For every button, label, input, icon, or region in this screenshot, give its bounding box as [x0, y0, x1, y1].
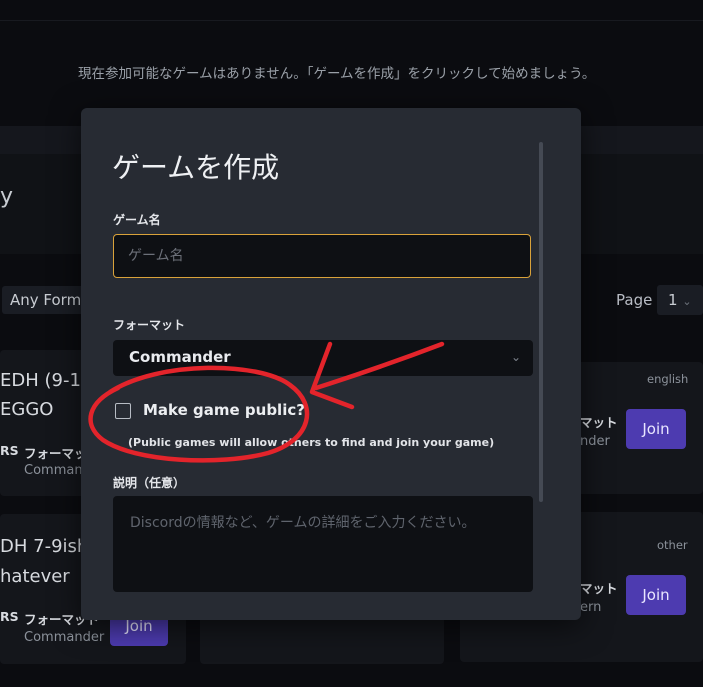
- public-game-label[interactable]: Make game public?: [143, 401, 305, 419]
- game-card-subtitle: hatever: [0, 566, 70, 587]
- format-label: フォーマット: [113, 318, 186, 332]
- game-card-title: DH 7-9ish: [0, 536, 89, 557]
- public-game-checkbox[interactable]: [115, 403, 131, 419]
- game-card-subtitle: EGGO: [0, 399, 54, 420]
- page-select-value: 1 ⌄: [668, 291, 692, 309]
- game-card-format-label: マット: [580, 581, 618, 596]
- format-select-value: Commander: [129, 348, 231, 366]
- game-card-language: english: [647, 372, 689, 386]
- top-divider: [0, 0, 703, 21]
- game-card-format-value: ern: [580, 600, 602, 615]
- join-button[interactable]: Join: [626, 409, 686, 449]
- game-card-format-value: Commander: [24, 630, 105, 645]
- page-label: Page: [616, 291, 653, 309]
- description-label: 説明（任意）: [113, 476, 186, 490]
- game-name-input[interactable]: [113, 234, 531, 278]
- modal-scrollbar[interactable]: [539, 142, 543, 502]
- description-placeholder: Discordの情報など、ゲームの詳細をご入力ください。: [130, 515, 476, 531]
- game-name-label: ゲーム名: [113, 213, 161, 227]
- section-title: y: [0, 184, 14, 209]
- game-card-title: EDH (9-10: [0, 370, 93, 391]
- chevron-down-icon: ⌄: [682, 295, 692, 308]
- public-game-help: (Public games will allow others to find …: [128, 436, 495, 449]
- game-card-language: other: [657, 538, 688, 552]
- no-games-message: 現在参加可能なゲームはありません。「ゲームを作成」をクリックして始めましょう。: [78, 66, 596, 82]
- join-button[interactable]: Join: [626, 575, 686, 615]
- format-filter-value: Any Forma: [10, 291, 91, 309]
- game-card-format-value: nder: [580, 434, 610, 449]
- chevron-down-icon: ⌄: [511, 350, 522, 364]
- description-textarea[interactable]: [113, 496, 533, 592]
- game-card-tag: RS: [0, 609, 19, 624]
- game-card-tag: RS: [0, 443, 19, 458]
- create-game-modal: ゲームを作成 ゲーム名 フォーマット Commander ⌄ Make game…: [81, 108, 581, 620]
- game-card-format-label: マット: [580, 415, 618, 430]
- modal-title: ゲームを作成: [112, 151, 280, 184]
